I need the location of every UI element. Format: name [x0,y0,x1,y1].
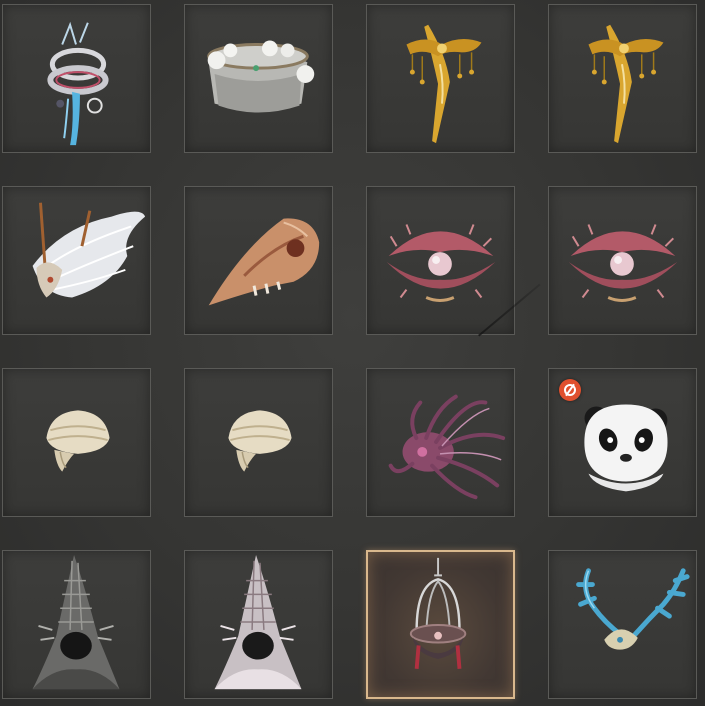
clam-shell-icon [386,224,496,302]
item-slot-fur-headdress[interactable] [2,186,151,335]
silver-crown-icon [47,21,109,146]
item-slot-golden-hairpin-2[interactable] [548,4,697,153]
item-slot-clam-shell-2[interactable] [548,186,697,335]
item-slot-dark-hood[interactable] [2,550,151,699]
golden-hairpin-icon [588,24,664,144]
item-slot-tentacle[interactable] [366,368,515,517]
turban-icon [46,410,110,472]
clam-shell-icon [568,224,678,302]
item-slot-cage-helm[interactable] [366,550,515,699]
item-slot-turban-2[interactable] [184,368,333,517]
cage-helm-icon [409,557,467,669]
item-slot-veil-crown[interactable] [184,4,333,153]
item-grid [0,0,705,706]
fur-headdress-icon [32,202,146,298]
item-slot-white-hood[interactable] [184,550,333,699]
item-slot-silver-crown[interactable] [2,4,151,153]
item-slot-clam-shell-1[interactable] [366,186,515,335]
pointed-hood-icon [32,554,120,690]
new-badge-icon [559,379,581,401]
item-slot-turban-1[interactable] [2,368,151,517]
item-slot-golden-hairpin-1[interactable] [366,4,515,153]
item-slot-panda[interactable] [548,368,697,517]
item-slot-bird-skull[interactable] [184,186,333,335]
pointed-hood-icon [214,554,302,690]
bird-skull-icon [208,218,320,306]
golden-hairpin-icon [406,24,482,144]
veil-crown-icon [207,40,315,113]
tentacle-icon [388,394,506,500]
antler-icon [576,568,690,650]
turban-icon [228,410,292,472]
item-slot-antler[interactable] [548,550,697,699]
